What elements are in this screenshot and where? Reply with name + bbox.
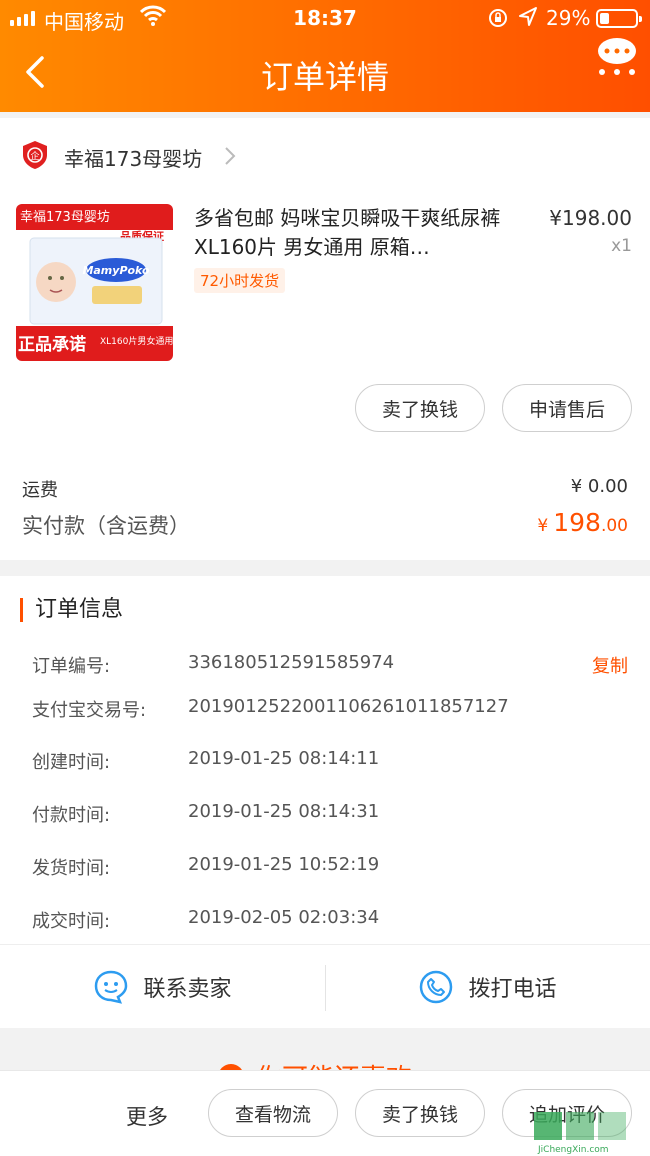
shipping-tag: 72小时发货 <box>194 268 286 293</box>
shop-row[interactable]: 企 幸福173母婴坊 <box>0 118 650 196</box>
paid-amount-value: ¥ 198.00 <box>537 508 628 537</box>
app-header: 中国移动 18:37 29% 订单详情 <box>0 0 650 112</box>
product-price: ¥198.00 <box>549 206 632 230</box>
view-logistics-button[interactable]: 查看物流 <box>208 1089 338 1137</box>
order-product-card: 企 幸福173母婴坊 幸福173母婴坊 品质保证 MamyPoko 正品承诺 X… <box>0 118 650 560</box>
sell-exchange-button[interactable]: 卖了换钱 <box>355 384 485 432</box>
contact-seller-label: 联系卖家 <box>143 977 232 1002</box>
phone-icon <box>420 970 453 1004</box>
svg-text:幸福173母婴坊: 幸福173母婴坊 <box>20 210 110 225</box>
site-watermark-logo: JiChengXin.com <box>534 1112 626 1155</box>
contact-bar: 联系卖家 拨打电话 <box>0 944 650 1028</box>
battery-percent: 29% <box>546 6 591 30</box>
after-sale-button[interactable]: 申请售后 <box>502 384 632 432</box>
page-title: 订单详情 <box>260 58 389 96</box>
product-quantity: x1 <box>611 236 632 256</box>
shipping-fee-label: 运费 <box>22 480 58 501</box>
svg-text:MamyPoko: MamyPoko <box>82 264 150 277</box>
product-title[interactable]: 多省包邮 妈咪宝贝瞬吸干爽纸尿裤XL160片 男女通用 原箱… <box>194 204 514 262</box>
shop-name: 幸福173母婴坊 <box>64 147 203 171</box>
copy-button[interactable]: 复制 <box>592 652 628 678</box>
product-image[interactable]: 幸福173母婴坊 品质保证 MamyPoko 正品承诺 XL160片男女通用 <box>16 204 173 361</box>
battery-icon <box>596 9 642 28</box>
location-icon <box>519 7 537 26</box>
more-button[interactable]: 更多 <box>126 1101 168 1131</box>
shop-badge-icon: 企 <box>23 141 47 169</box>
call-phone-label: 拨打电话 <box>468 977 557 1002</box>
sell-exchange-bottom-button[interactable]: 卖了换钱 <box>355 1089 485 1137</box>
svg-text:正品承诺: 正品承诺 <box>18 334 86 355</box>
chat-face-icon <box>95 970 128 1004</box>
chevron-right-icon <box>225 147 236 165</box>
message-more-icon[interactable] <box>596 36 638 78</box>
svg-text:企: 企 <box>30 150 39 162</box>
rotation-lock-icon <box>489 9 507 27</box>
order-info-card: 订单信息 订单编号: 336180512591585974 复制 支付宝交易号:… <box>0 576 650 944</box>
svg-text:JiChengXin.com: JiChengXin.com <box>537 1145 609 1155</box>
shipping-fee-value: ¥ 0.00 <box>570 476 628 497</box>
contact-seller-button[interactable]: 联系卖家 <box>0 945 325 1029</box>
order-info-title: 订单信息 <box>20 598 123 622</box>
call-phone-button[interactable]: 拨打电话 <box>325 945 650 1029</box>
paid-amount-label: 实付款（含运费） <box>22 514 190 538</box>
svg-text:XL160片男女通用: XL160片男女通用 <box>100 335 173 347</box>
status-bar: 中国移动 18:37 29% <box>0 0 650 36</box>
